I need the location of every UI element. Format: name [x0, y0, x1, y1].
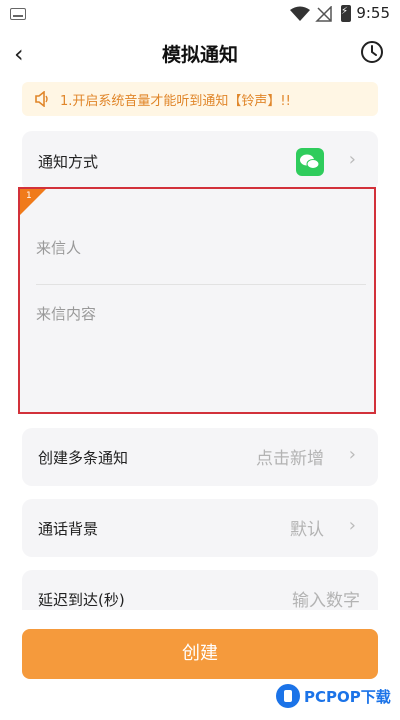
call-background-value: 默认	[290, 520, 324, 540]
notify-method-label: 通知方式	[38, 153, 99, 171]
notice-banner: 1.开启系统音量才能听到通知【铃声】!!	[22, 82, 378, 116]
notify-method-row[interactable]: 通知方式 ›	[22, 131, 378, 191]
wifi-icon	[290, 6, 310, 21]
content-input[interactable]: 来信内容	[36, 303, 96, 324]
sim-icon	[10, 8, 26, 20]
delay-row: 延迟到达(秒) 输入数字	[22, 570, 378, 611]
watermark: PCPOP下载	[270, 684, 398, 716]
status-bar: 9:55	[0, 0, 400, 28]
call-background-row[interactable]: 通话背景 默认 ›	[22, 499, 378, 557]
clock-icon[interactable]	[360, 40, 384, 64]
sender-input[interactable]: 来信人	[36, 237, 81, 258]
battery-charging-icon	[341, 5, 351, 22]
brand-logo-icon	[276, 684, 300, 708]
status-time: 9:55	[356, 4, 390, 22]
call-background-label: 通话背景	[38, 520, 99, 538]
chevron-right-icon: ›	[348, 444, 356, 465]
multi-notify-row[interactable]: 创建多条通知 点击新增 ›	[22, 428, 378, 486]
no-signal-icon	[315, 6, 332, 22]
create-button[interactable]: 创建	[22, 629, 378, 679]
index-badge	[20, 189, 46, 215]
chevron-right-icon: ›	[348, 515, 356, 536]
notice-text: 1.开启系统音量才能听到通知【铃声】!!	[60, 94, 291, 109]
page-title: 模拟通知	[161, 44, 238, 66]
speaker-icon	[35, 91, 48, 107]
watermark-text: PCPOP下载	[304, 688, 391, 706]
title-bar: ‹ 模拟通知	[0, 30, 400, 78]
index-badge-number: 1	[26, 191, 32, 201]
multi-notify-label: 创建多条通知	[38, 449, 129, 467]
delay-label: 延迟到达(秒)	[38, 591, 125, 609]
wechat-icon	[296, 148, 324, 176]
divider	[36, 284, 366, 285]
chevron-right-icon: ›	[348, 149, 356, 170]
add-new-link[interactable]: 点击新增	[256, 444, 324, 469]
delay-input[interactable]: 输入数字	[292, 586, 360, 611]
message-card: 1 来信人 来信内容	[18, 187, 376, 414]
